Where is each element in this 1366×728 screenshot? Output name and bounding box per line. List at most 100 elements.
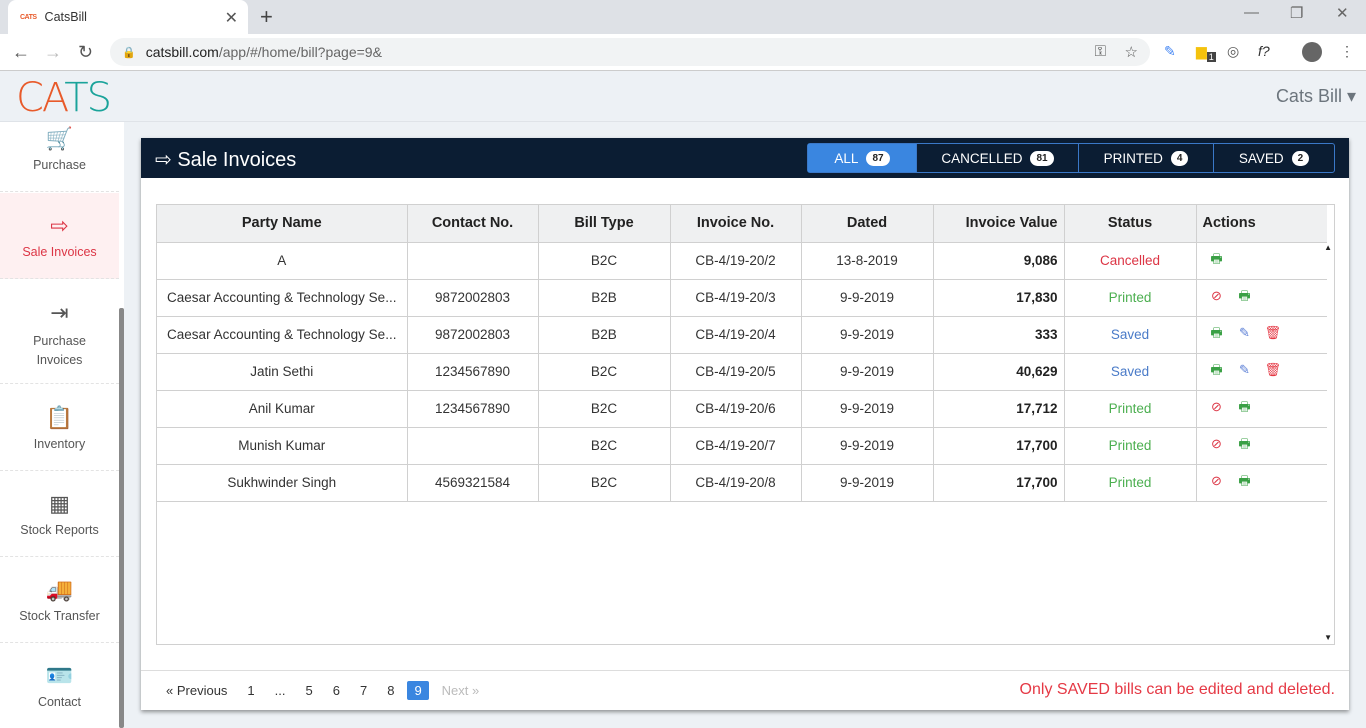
truck-icon: 🚚 bbox=[45, 577, 74, 602]
restore-icon[interactable]: ❐ bbox=[1290, 4, 1303, 22]
cell-contact: 9872002803 bbox=[407, 316, 539, 354]
filter-saved[interactable]: SAVED 2 bbox=[1214, 144, 1334, 172]
table-row: Caesar Accounting & Technology Se... 9872… bbox=[157, 316, 1327, 354]
sale-invoices-panel: ⇨ Sale Invoices ALL 87 CANCELLED 81 PRINTE… bbox=[141, 138, 1349, 710]
column-header[interactable]: Actions bbox=[1196, 205, 1327, 243]
print-icon[interactable]: 🖶 bbox=[1209, 250, 1225, 272]
tab-title: CatsBill bbox=[44, 10, 87, 24]
cell-value: 40,629 bbox=[933, 353, 1065, 391]
close-tab-icon[interactable]: ✕ bbox=[225, 8, 238, 28]
font-extension-icon[interactable]: f? bbox=[1258, 43, 1270, 59]
page-7-button[interactable]: 7 bbox=[353, 681, 374, 700]
cell-status: Printed bbox=[1064, 390, 1197, 428]
column-header[interactable]: Status bbox=[1064, 205, 1197, 243]
sidebar-item-contact[interactable]: 🪪 Contact bbox=[0, 643, 119, 728]
column-header[interactable]: Invoice Value bbox=[933, 205, 1065, 243]
cell-contact: 4569321584 bbox=[407, 464, 539, 502]
sidebar-scrollbar[interactable] bbox=[119, 308, 124, 728]
cell-value: 17,700 bbox=[933, 427, 1065, 465]
eyedropper-extension-icon[interactable]: ✎ bbox=[1164, 43, 1176, 60]
print-icon[interactable]: 🖶 bbox=[1209, 324, 1225, 346]
cell-contact bbox=[407, 242, 539, 280]
sign-out-icon: ⇨ bbox=[155, 149, 172, 171]
back-icon[interactable]: ← bbox=[12, 42, 30, 63]
page-6-button[interactable]: 6 bbox=[326, 681, 347, 700]
cell-actions: ⊘ 🖶 bbox=[1196, 279, 1327, 317]
sidebar-item-stock-reports[interactable]: ▦ Stock Reports bbox=[0, 471, 119, 557]
page-9-button[interactable]: 9 bbox=[407, 681, 429, 700]
sidebar-item-inventory[interactable]: 📋 Inventory bbox=[0, 385, 119, 471]
cell-invoice: CB-4/19-20/8 bbox=[670, 464, 802, 502]
table-row: Caesar Accounting & Technology Se... 9872… bbox=[157, 279, 1327, 317]
next-page-button[interactable]: Next » bbox=[435, 681, 487, 700]
print-icon[interactable]: 🖶 bbox=[1209, 361, 1225, 383]
previous-page-button[interactable]: « Previous bbox=[159, 681, 234, 700]
browser-tab[interactable]: CATS CatsBill ✕ bbox=[8, 0, 248, 34]
cell-date: 9-9-2019 bbox=[801, 279, 934, 317]
reload-icon[interactable]: ↻ bbox=[78, 42, 93, 63]
url-bar[interactable]: 🔒 catsbill.com/app/#/home/bill?page=9& ⚿… bbox=[110, 38, 1150, 66]
sidebar-item-stock-transfer[interactable]: 🚚 Stock Transfer bbox=[0, 557, 119, 643]
cancel-icon[interactable]: ⊘ bbox=[1209, 473, 1225, 489]
cell-status: Saved bbox=[1064, 316, 1197, 354]
calculator-icon: ▦ bbox=[49, 491, 70, 516]
cancel-icon[interactable]: ⊘ bbox=[1209, 288, 1225, 304]
cell-date: 9-9-2019 bbox=[801, 353, 934, 391]
forward-icon[interactable]: → bbox=[44, 42, 62, 63]
status-filter-group: ALL 87 CANCELLED 81 PRINTED 4 SAVED 2 bbox=[807, 143, 1335, 173]
column-header[interactable]: Contact No. bbox=[407, 205, 539, 243]
column-header[interactable]: Invoice No. bbox=[670, 205, 802, 243]
cell-contact bbox=[407, 427, 539, 465]
filter-all[interactable]: ALL 87 bbox=[808, 144, 917, 172]
delete-icon[interactable]: 🗑 bbox=[1265, 362, 1282, 378]
column-header[interactable]: Dated bbox=[801, 205, 934, 243]
page-1-button[interactable]: 1 bbox=[240, 681, 261, 700]
new-tab-icon[interactable]: + bbox=[260, 4, 273, 30]
menu-dots-icon[interactable]: ⋮ bbox=[1340, 43, 1354, 60]
page-8-button[interactable]: 8 bbox=[380, 681, 401, 700]
cancel-icon[interactable]: ⊘ bbox=[1209, 399, 1225, 415]
shield-extension-icon[interactable]: ◎ bbox=[1227, 43, 1239, 60]
window-close-icon[interactable]: ✕ bbox=[1336, 4, 1349, 22]
column-header[interactable]: Bill Type bbox=[538, 205, 671, 243]
cell-value: 17,700 bbox=[933, 464, 1065, 502]
filter-cancelled[interactable]: CANCELLED 81 bbox=[917, 144, 1079, 172]
count-badge: 87 bbox=[866, 150, 890, 166]
cell-value: 17,830 bbox=[933, 279, 1065, 317]
edit-icon[interactable]: ✎ bbox=[1237, 362, 1253, 378]
delete-icon[interactable]: 🗑 bbox=[1265, 325, 1282, 341]
sidebar-item-purchase-invoices[interactable]: ⇥ Purchase Invoices bbox=[0, 280, 119, 384]
cell-invoice: CB-4/19-20/4 bbox=[670, 316, 802, 354]
print-icon[interactable]: 🖶 bbox=[1237, 287, 1253, 309]
cell-type: B2C bbox=[538, 427, 671, 465]
cell-date: 9-9-2019 bbox=[801, 390, 934, 428]
cart-icon: 🛒 bbox=[45, 126, 74, 151]
scroll-down-arrow[interactable]: ▼ bbox=[1324, 633, 1332, 642]
column-header[interactable]: Party Name bbox=[157, 205, 408, 243]
key-icon[interactable]: ⚿ bbox=[1095, 43, 1106, 60]
sidebar-item-sale-invoices[interactable]: ⇨ Sale Invoices bbox=[0, 193, 119, 279]
filter-printed[interactable]: PRINTED 4 bbox=[1079, 144, 1214, 172]
cancel-icon[interactable]: ⊘ bbox=[1209, 436, 1225, 452]
print-icon[interactable]: 🖶 bbox=[1237, 398, 1253, 420]
edit-icon[interactable]: ✎ bbox=[1237, 325, 1253, 341]
cell-date: 13-8-2019 bbox=[801, 242, 934, 280]
print-icon[interactable]: 🖶 bbox=[1237, 472, 1253, 494]
cell-status: Saved bbox=[1064, 353, 1197, 391]
print-icon[interactable]: 🖶 bbox=[1237, 435, 1253, 457]
star-icon[interactable]: ☆ bbox=[1125, 43, 1138, 61]
cats-logo[interactable]: CATS bbox=[16, 75, 112, 121]
cell-status: Printed bbox=[1064, 464, 1197, 502]
cell-invoice: CB-4/19-20/7 bbox=[670, 427, 802, 465]
page-5-button[interactable]: 5 bbox=[299, 681, 320, 700]
profile-avatar[interactable] bbox=[1302, 42, 1322, 62]
cell-value: 9,086 bbox=[933, 242, 1065, 280]
count-badge: 4 bbox=[1170, 150, 1189, 166]
extension-icon[interactable]: ▆ 1 bbox=[1196, 43, 1216, 62]
sign-in-icon: ⇥ bbox=[50, 300, 69, 325]
scroll-up-arrow[interactable]: ▲ bbox=[1324, 243, 1332, 252]
minimize-icon[interactable]: — bbox=[1244, 4, 1259, 21]
cell-invoice: CB-4/19-20/5 bbox=[670, 353, 802, 391]
sidebar-item-purchase[interactable]: 🛒 Purchase bbox=[0, 122, 119, 192]
user-menu[interactable]: Cats Bill ▾ bbox=[1276, 86, 1356, 107]
